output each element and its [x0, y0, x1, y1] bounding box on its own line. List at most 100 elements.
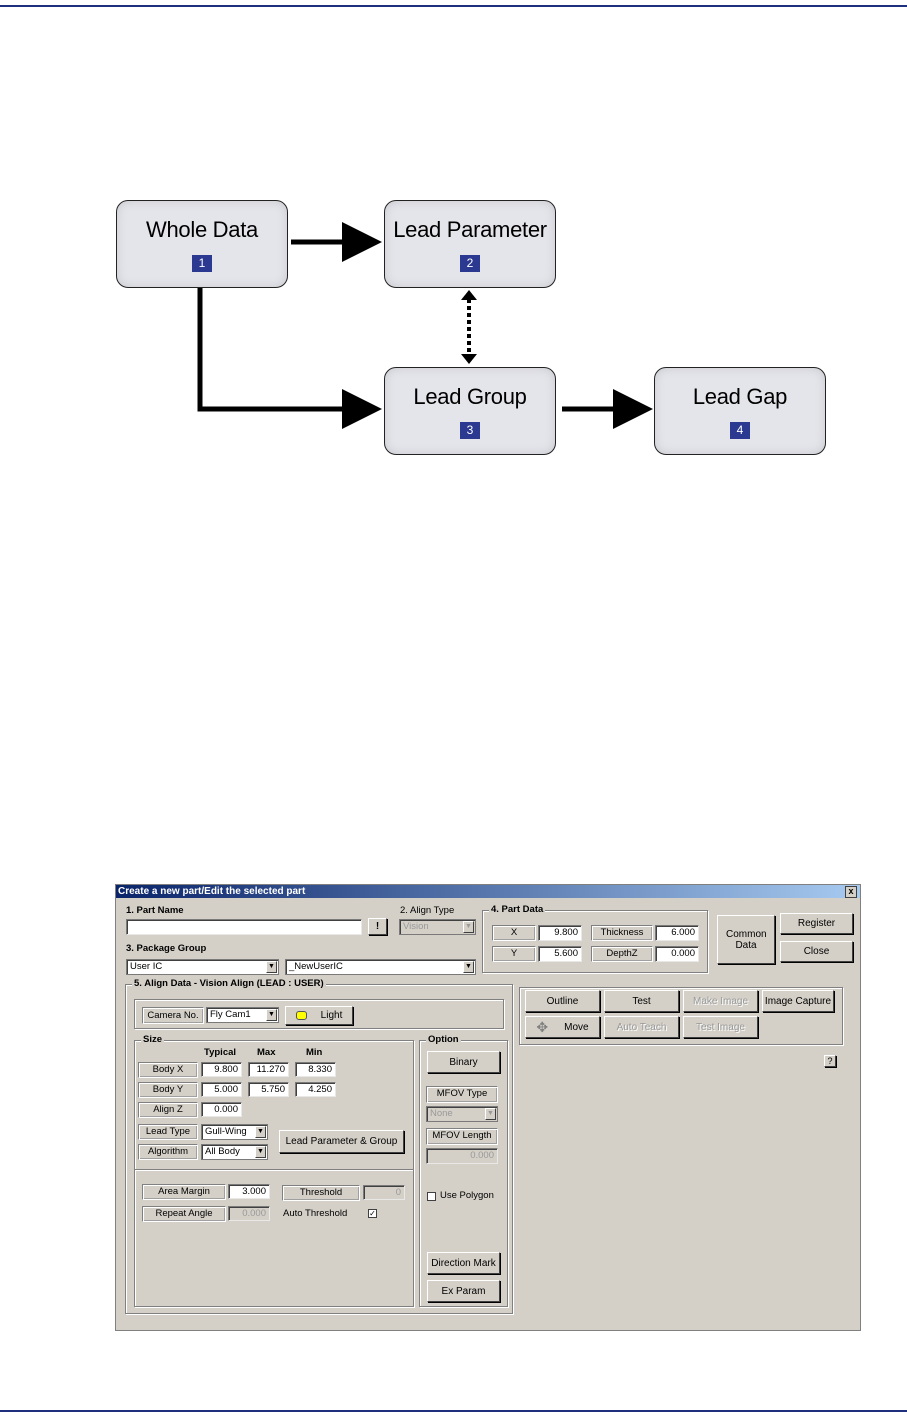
package-group-select[interactable]: User IC ▼ [126, 959, 279, 975]
bottom-rule [0, 1410, 907, 1412]
body-x-max-input[interactable]: 11.270 [248, 1062, 289, 1077]
node-number-badge: 1 [192, 255, 212, 272]
area-margin-input[interactable]: 3.000 [228, 1184, 270, 1199]
move-icon: ✥ [536, 1019, 549, 1035]
y-input[interactable]: 5.600 [538, 946, 582, 962]
dialog-title: Create a new part/Edit the selected part [118, 886, 306, 897]
close-icon[interactable]: x [845, 886, 857, 898]
node-lead-gap: Lead Gap 4 [654, 367, 826, 455]
repeat-angle-label: Repeat Angle [142, 1206, 226, 1222]
common-data-label: Common Data [726, 928, 767, 951]
part-data-label: 4. Part Data [489, 904, 546, 915]
light-label: Light [320, 1010, 343, 1021]
auto-threshold-checkbox[interactable]: ✓ [368, 1209, 377, 1218]
node-title: Lead Parameter [393, 217, 547, 242]
node-lead-group: Lead Group 3 [384, 367, 556, 455]
chevron-down-icon: ▼ [255, 1126, 266, 1138]
help-button[interactable]: ? [824, 1055, 836, 1067]
image-capture-button[interactable]: Image Capture [762, 990, 834, 1012]
mfov-type-select[interactable]: None ▼ [426, 1106, 498, 1122]
max-header: Max [257, 1047, 276, 1058]
thickness-label: Thickness [591, 925, 653, 941]
x-label: X [492, 925, 536, 941]
node-lead-parameter: Lead Parameter 2 [384, 200, 556, 288]
lead-type-select[interactable]: Gull-Wing ▼ [201, 1124, 268, 1140]
chevron-down-icon: ▼ [463, 921, 474, 933]
lead-type-label: Lead Type [138, 1124, 198, 1140]
align-data-label: 5. Align Data - Vision Align (LEAD : USE… [132, 978, 326, 989]
align-type-value: Vision [403, 921, 429, 932]
body-x-label: Body X [138, 1062, 198, 1078]
repeat-angle-input[interactable]: 0.000 [228, 1206, 270, 1221]
binary-button[interactable]: Binary [427, 1051, 500, 1073]
x-input[interactable]: 9.800 [538, 925, 582, 941]
size-divider [135, 1169, 413, 1171]
align-type-label: 2. Align Type [400, 905, 455, 916]
chevron-down-icon: ▼ [266, 1009, 277, 1021]
align-z-label: Align Z [138, 1102, 198, 1118]
node-whole-data: Whole Data 1 [116, 200, 288, 288]
mfov-type-value: None [430, 1108, 453, 1119]
package-group-value: User IC [130, 961, 163, 972]
area-margin-label: Area Margin [142, 1184, 226, 1200]
common-data-button[interactable]: Common Data [717, 915, 775, 964]
thickness-input[interactable]: 6.000 [655, 925, 699, 941]
package-name-select[interactable]: _NewUserIC ▼ [285, 959, 476, 975]
mfov-type-label: MFOV Type [426, 1086, 498, 1103]
node-number-badge: 3 [460, 422, 480, 439]
dialog-titlebar: Create a new part/Edit the selected part… [116, 885, 860, 898]
node-number-badge: 4 [730, 422, 750, 439]
node-title: Lead Gap [692, 384, 788, 409]
direction-mark-button[interactable]: Direction Mark [427, 1252, 500, 1274]
part-name-input[interactable] [126, 919, 362, 935]
align-z-input[interactable]: 0.000 [201, 1102, 242, 1117]
chevron-down-icon: ▼ [485, 1108, 496, 1120]
depthz-label: DepthZ [591, 946, 653, 962]
algorithm-value: All Body [205, 1146, 240, 1157]
body-y-label: Body Y [138, 1082, 198, 1098]
chevron-down-icon: ▼ [255, 1146, 266, 1158]
depthz-input[interactable]: 0.000 [655, 946, 699, 962]
algorithm-label: Algorithm [138, 1144, 198, 1160]
ex-param-button[interactable]: Ex Param [427, 1280, 500, 1302]
camera-select[interactable]: Fly Cam1 ▼ [206, 1007, 279, 1023]
move-button[interactable]: ✥ Move [525, 1016, 600, 1038]
camera-value: Fly Cam1 [210, 1009, 251, 1020]
make-image-button[interactable]: Make Image [683, 990, 758, 1012]
package-name-value: _NewUserIC [289, 961, 343, 972]
package-group-label: 3. Package Group [126, 943, 207, 954]
body-y-typical-input[interactable]: 5.000 [201, 1082, 242, 1097]
threshold-label: Threshold [282, 1185, 360, 1201]
lead-type-value: Gull-Wing [205, 1126, 247, 1137]
move-label: Move [564, 1021, 589, 1033]
chevron-down-icon: ▼ [463, 961, 474, 973]
use-polygon-label: Use Polygon [440, 1190, 494, 1201]
y-label: Y [492, 946, 536, 962]
node-number-badge: 2 [460, 255, 480, 272]
body-y-min-input[interactable]: 4.250 [295, 1082, 336, 1097]
auto-threshold-label: Auto Threshold [283, 1208, 348, 1219]
test-image-button[interactable]: Test Image [683, 1016, 758, 1038]
chevron-down-icon: ▼ [266, 961, 277, 973]
threshold-input[interactable]: 0 [363, 1185, 405, 1200]
register-button[interactable]: Register [780, 913, 853, 934]
use-polygon-checkbox[interactable] [427, 1192, 436, 1201]
test-button[interactable]: Test [604, 990, 679, 1012]
mfov-length-label: MFOV Length [426, 1128, 498, 1145]
lead-parameter-group-button[interactable]: Lead Parameter & Group [279, 1130, 404, 1153]
body-x-typical-input[interactable]: 9.800 [201, 1062, 242, 1077]
part-editor-dialog: Create a new part/Edit the selected part… [115, 884, 861, 1331]
part-name-bang-button[interactable]: ! [368, 918, 387, 935]
camera-no-label: Camera No. [142, 1007, 204, 1024]
arrow-whole-to-group [197, 288, 382, 429]
outline-button[interactable]: Outline [525, 990, 600, 1012]
align-type-select[interactable]: Vision ▼ [399, 919, 476, 935]
mfov-length-input[interactable]: 0.000 [426, 1148, 498, 1164]
auto-teach-button[interactable]: Auto Teach [604, 1016, 679, 1038]
body-y-max-input[interactable]: 5.750 [248, 1082, 289, 1097]
body-x-min-input[interactable]: 8.330 [295, 1062, 336, 1077]
close-button[interactable]: Close [780, 941, 853, 962]
light-button[interactable]: Light [285, 1006, 353, 1025]
algorithm-select[interactable]: All Body ▼ [201, 1144, 268, 1160]
lightbulb-icon [295, 1011, 307, 1020]
